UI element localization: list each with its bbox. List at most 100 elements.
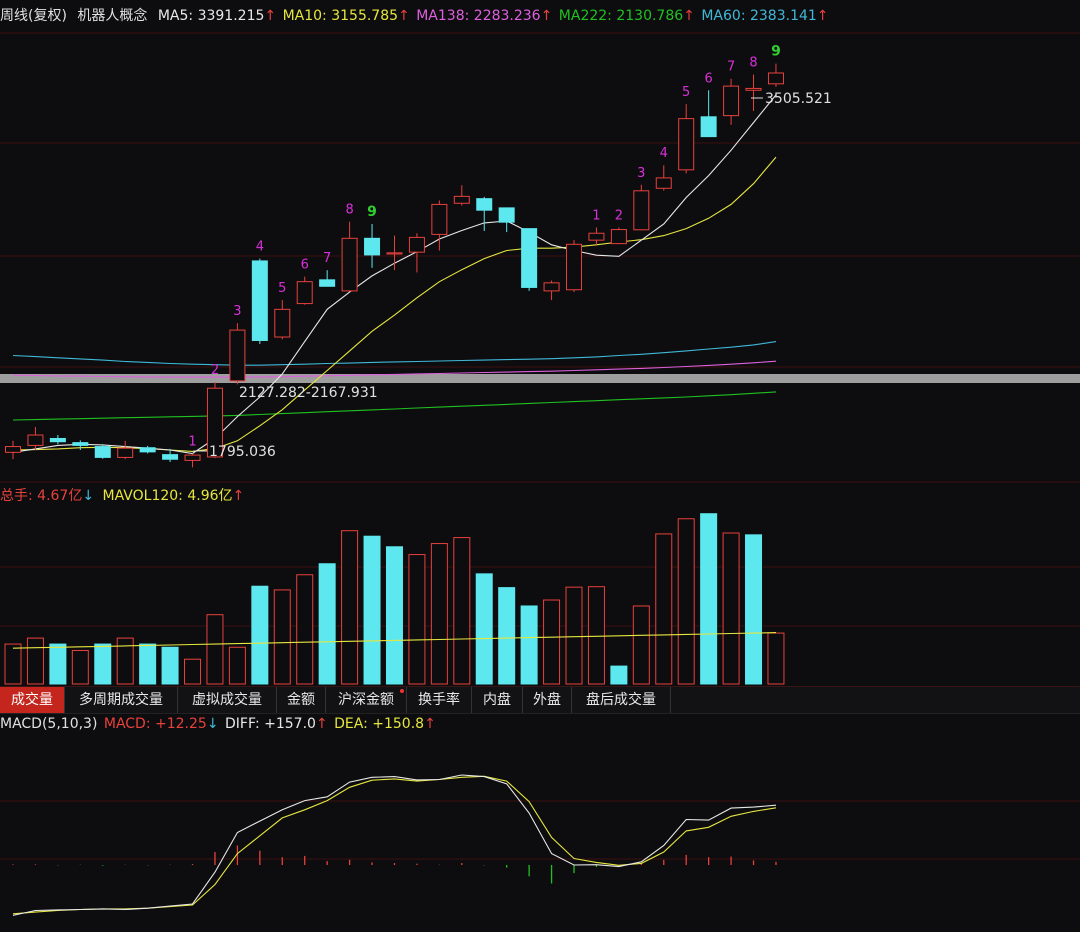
volume-bar-up — [655, 533, 673, 685]
volume-bar-up — [677, 518, 695, 685]
high-price-label: 3505.521 — [765, 91, 832, 107]
candle-up — [566, 243, 582, 291]
volume-bar-up — [565, 586, 583, 685]
volume-bar-down — [385, 546, 403, 685]
td-count-label: 6 — [704, 71, 712, 86]
td-count-label: 4 — [256, 240, 264, 255]
td-count-label: 9 — [367, 204, 377, 220]
candle-down — [364, 237, 381, 256]
candle-down — [94, 446, 111, 458]
candle-down — [700, 116, 717, 138]
td-count-label: 5 — [278, 281, 286, 296]
candle-up — [117, 447, 134, 458]
candle-up — [633, 190, 650, 231]
volume-bar-up — [430, 543, 448, 685]
candle-up — [453, 195, 470, 204]
volume-bar-down — [94, 643, 112, 685]
price-overlay-band — [0, 374, 1080, 383]
volume-bar-down — [610, 665, 628, 685]
volume-bar-down — [520, 605, 538, 685]
candle-up — [655, 177, 672, 189]
volume-bar-up — [587, 586, 605, 685]
td-count-label: 8 — [345, 203, 353, 218]
td-count-label: 1 — [188, 434, 196, 449]
volume-bar-up — [722, 532, 740, 685]
candle-down — [498, 207, 515, 223]
candle-up — [341, 237, 358, 292]
weekly-kline-chart[interactable]: 123456 78 9 1 234567 89 3505.521 1795.036 212… — [0, 0, 1080, 932]
ma222-line — [12, 391, 777, 421]
ma10-line — [12, 156, 777, 452]
td-count-label: 2 — [211, 363, 219, 378]
candle-up — [184, 454, 201, 461]
volume-bar-down — [498, 587, 516, 685]
candle-up — [229, 329, 246, 382]
volume-bar-down — [363, 535, 381, 685]
candle-up — [5, 446, 21, 453]
volume-bar-up — [184, 658, 202, 685]
diff-line — [12, 774, 777, 916]
macd-indicator — [12, 774, 777, 916]
candle-down — [521, 228, 538, 288]
candle-up — [27, 434, 44, 446]
candle-up — [543, 282, 560, 292]
td-count-label: 8 — [749, 56, 757, 71]
candle-down — [162, 454, 179, 460]
candle-up — [431, 203, 448, 235]
candle-up — [678, 118, 695, 171]
volume-bar-up — [341, 530, 359, 685]
candle-down — [49, 437, 66, 443]
volume-bar-up — [296, 574, 314, 685]
candle-up — [386, 252, 403, 255]
volume-bar-up — [632, 605, 650, 685]
td-count-label: 7 — [323, 251, 331, 266]
candle-up — [610, 229, 627, 245]
volume-bar-down — [700, 513, 718, 685]
volume-bar-up — [206, 614, 224, 685]
candle-up — [408, 236, 425, 253]
volume-bar-up — [767, 632, 785, 685]
ma60-line — [12, 341, 777, 366]
chart-grid — [0, 32, 1080, 860]
candle-up — [274, 308, 291, 338]
candle-down — [319, 279, 336, 287]
volume-bar-down — [251, 585, 269, 685]
volume-bar-up — [228, 646, 246, 685]
candle-up — [588, 232, 605, 241]
volume-bars — [4, 513, 785, 685]
volume-bar-up — [408, 554, 426, 685]
volume-bar-up — [273, 589, 291, 685]
td-count-label: 9 — [771, 44, 781, 60]
candle-down — [251, 260, 268, 341]
td-count-label: 3 — [637, 166, 645, 181]
dea-line — [12, 775, 777, 915]
td-count-label: 7 — [727, 60, 735, 75]
td-count-label: 4 — [660, 146, 668, 161]
candle-down — [139, 447, 156, 453]
gap-range-label: 2127.282-2167.931 — [239, 385, 378, 401]
candle-up — [745, 87, 762, 91]
volume-bar-down — [49, 643, 67, 685]
td-count-label: 1 — [592, 208, 600, 223]
volume-bar-up — [26, 637, 44, 685]
volume-bar-up — [453, 537, 471, 685]
candle-up — [723, 85, 740, 117]
volume-bar-down — [139, 643, 157, 685]
candlestick-series — [5, 63, 784, 468]
candle-down — [72, 442, 89, 446]
volume-bar-down — [745, 534, 763, 685]
volume-bar-down — [318, 563, 336, 685]
volume-bar-up — [71, 649, 89, 685]
candle-down — [476, 198, 493, 211]
td-count-label: 5 — [682, 85, 690, 100]
candle-up — [296, 281, 313, 305]
volume-bar-up — [543, 599, 561, 685]
td-count-label: 6 — [301, 258, 309, 273]
volume-bar-down — [475, 573, 493, 685]
candle-up — [767, 72, 784, 85]
low-price-label: 1795.036 — [209, 444, 276, 460]
volume-bar-down — [161, 646, 179, 685]
volume-bar-up — [116, 637, 134, 685]
td-count-label: 3 — [233, 304, 241, 319]
volume-bar-up — [4, 643, 22, 685]
